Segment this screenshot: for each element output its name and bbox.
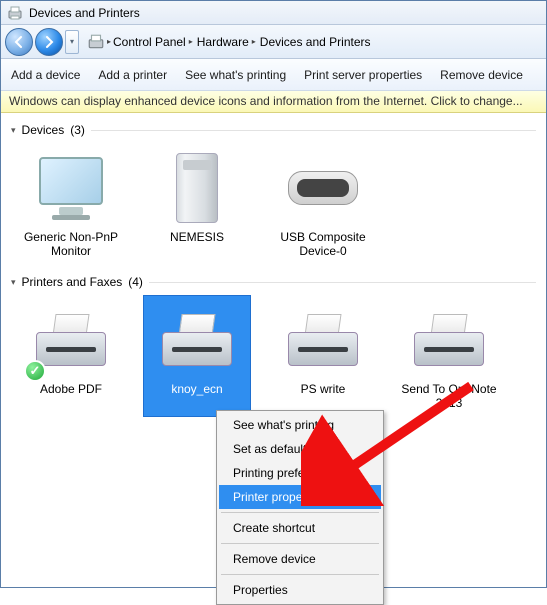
printer-icon: ✓ bbox=[26, 300, 116, 380]
printer-item-adobe-pdf[interactable]: ✓ Adobe PDF bbox=[17, 295, 125, 417]
collapse-icon: ▾ bbox=[11, 125, 16, 136]
ctx-set-default[interactable]: Set as default printer bbox=[219, 437, 381, 461]
remove-device-button[interactable]: Remove device bbox=[440, 68, 523, 82]
monitor-icon bbox=[26, 148, 116, 228]
devices-grid: Generic Non-PnP Monitor NEMESIS USB Comp… bbox=[11, 143, 536, 265]
group-count: (3) bbox=[70, 123, 85, 137]
window-title: Devices and Printers bbox=[29, 6, 140, 20]
device-label: NEMESIS bbox=[170, 230, 224, 244]
forward-button[interactable] bbox=[35, 28, 63, 56]
breadcrumb: Control Panel ▸ Hardware ▸ Devices and P… bbox=[113, 35, 371, 49]
ctx-separator bbox=[221, 512, 379, 513]
ctx-properties[interactable]: Properties bbox=[219, 578, 381, 602]
group-count: (4) bbox=[128, 275, 143, 289]
see-whats-printing-button[interactable]: See what's printing bbox=[185, 68, 286, 82]
printer-label: PS write bbox=[301, 382, 346, 396]
usb-device-icon bbox=[278, 148, 368, 228]
printer-icon bbox=[278, 300, 368, 380]
device-item-usb[interactable]: USB Composite Device-0 bbox=[269, 143, 377, 265]
printer-label: Adobe PDF bbox=[40, 382, 102, 396]
printer-item-selected[interactable]: knoy_ecn bbox=[143, 295, 251, 417]
printer-location-icon bbox=[87, 33, 105, 51]
printer-label: Send To OneNote 2013 bbox=[398, 382, 500, 410]
print-server-properties-button[interactable]: Print server properties bbox=[304, 68, 422, 82]
ctx-separator bbox=[221, 574, 379, 575]
add-device-button[interactable]: Add a device bbox=[11, 68, 80, 82]
breadcrumb-part-hardware[interactable]: Hardware ▸ bbox=[197, 35, 256, 49]
device-item-tower[interactable]: NEMESIS bbox=[143, 143, 251, 265]
default-check-badge-icon: ✓ bbox=[24, 360, 46, 382]
nav-bar: ▾ ▸ Control Panel ▸ Hardware ▸ Devices a… bbox=[1, 25, 546, 59]
breadcrumb-part-devices-printers[interactable]: Devices and Printers bbox=[260, 35, 371, 49]
ctx-separator bbox=[221, 543, 379, 544]
printer-app-icon bbox=[7, 5, 23, 21]
back-button[interactable] bbox=[5, 28, 33, 56]
printer-icon bbox=[152, 300, 242, 380]
group-header-devices[interactable]: ▾ Devices (3) bbox=[11, 123, 536, 137]
ctx-printing-preferences[interactable]: Printing preferences bbox=[219, 461, 381, 485]
context-menu: See what's printing Set as default print… bbox=[216, 410, 384, 605]
ctx-see-whats-printing[interactable]: See what's printing bbox=[219, 413, 381, 437]
printer-label: knoy_ecn bbox=[171, 382, 222, 396]
printer-item-onenote[interactable]: Send To OneNote 2013 bbox=[395, 295, 503, 417]
device-label: USB Composite Device-0 bbox=[272, 230, 374, 258]
collapse-icon: ▾ bbox=[11, 277, 16, 288]
computer-tower-icon bbox=[152, 148, 242, 228]
group-divider bbox=[91, 130, 536, 131]
group-title: Devices bbox=[22, 123, 65, 137]
info-bar[interactable]: Windows can display enhanced device icon… bbox=[1, 91, 546, 113]
ctx-printer-properties[interactable]: Printer properties bbox=[219, 485, 381, 509]
group-divider bbox=[149, 282, 536, 283]
group-title: Printers and Faxes bbox=[22, 275, 123, 289]
nav-history-dropdown[interactable]: ▾ bbox=[65, 30, 79, 54]
printers-grid: ✓ Adobe PDF knoy_ecn PS write Send To On… bbox=[11, 295, 536, 417]
title-bar: Devices and Printers bbox=[1, 1, 546, 25]
printer-icon bbox=[404, 300, 494, 380]
device-item-monitor[interactable]: Generic Non-PnP Monitor bbox=[17, 143, 125, 265]
add-printer-button[interactable]: Add a printer bbox=[98, 68, 167, 82]
ctx-remove-device[interactable]: Remove device bbox=[219, 547, 381, 571]
breadcrumb-part-control-panel[interactable]: Control Panel ▸ bbox=[113, 35, 193, 49]
command-bar: Add a device Add a printer See what's pr… bbox=[1, 59, 546, 91]
device-label: Generic Non-PnP Monitor bbox=[20, 230, 122, 258]
group-header-printers[interactable]: ▾ Printers and Faxes (4) bbox=[11, 275, 536, 289]
ctx-create-shortcut[interactable]: Create shortcut bbox=[219, 516, 381, 540]
printer-item-ps-write[interactable]: PS write bbox=[269, 295, 377, 417]
breadcrumb-sep-icon: ▸ bbox=[107, 37, 111, 46]
